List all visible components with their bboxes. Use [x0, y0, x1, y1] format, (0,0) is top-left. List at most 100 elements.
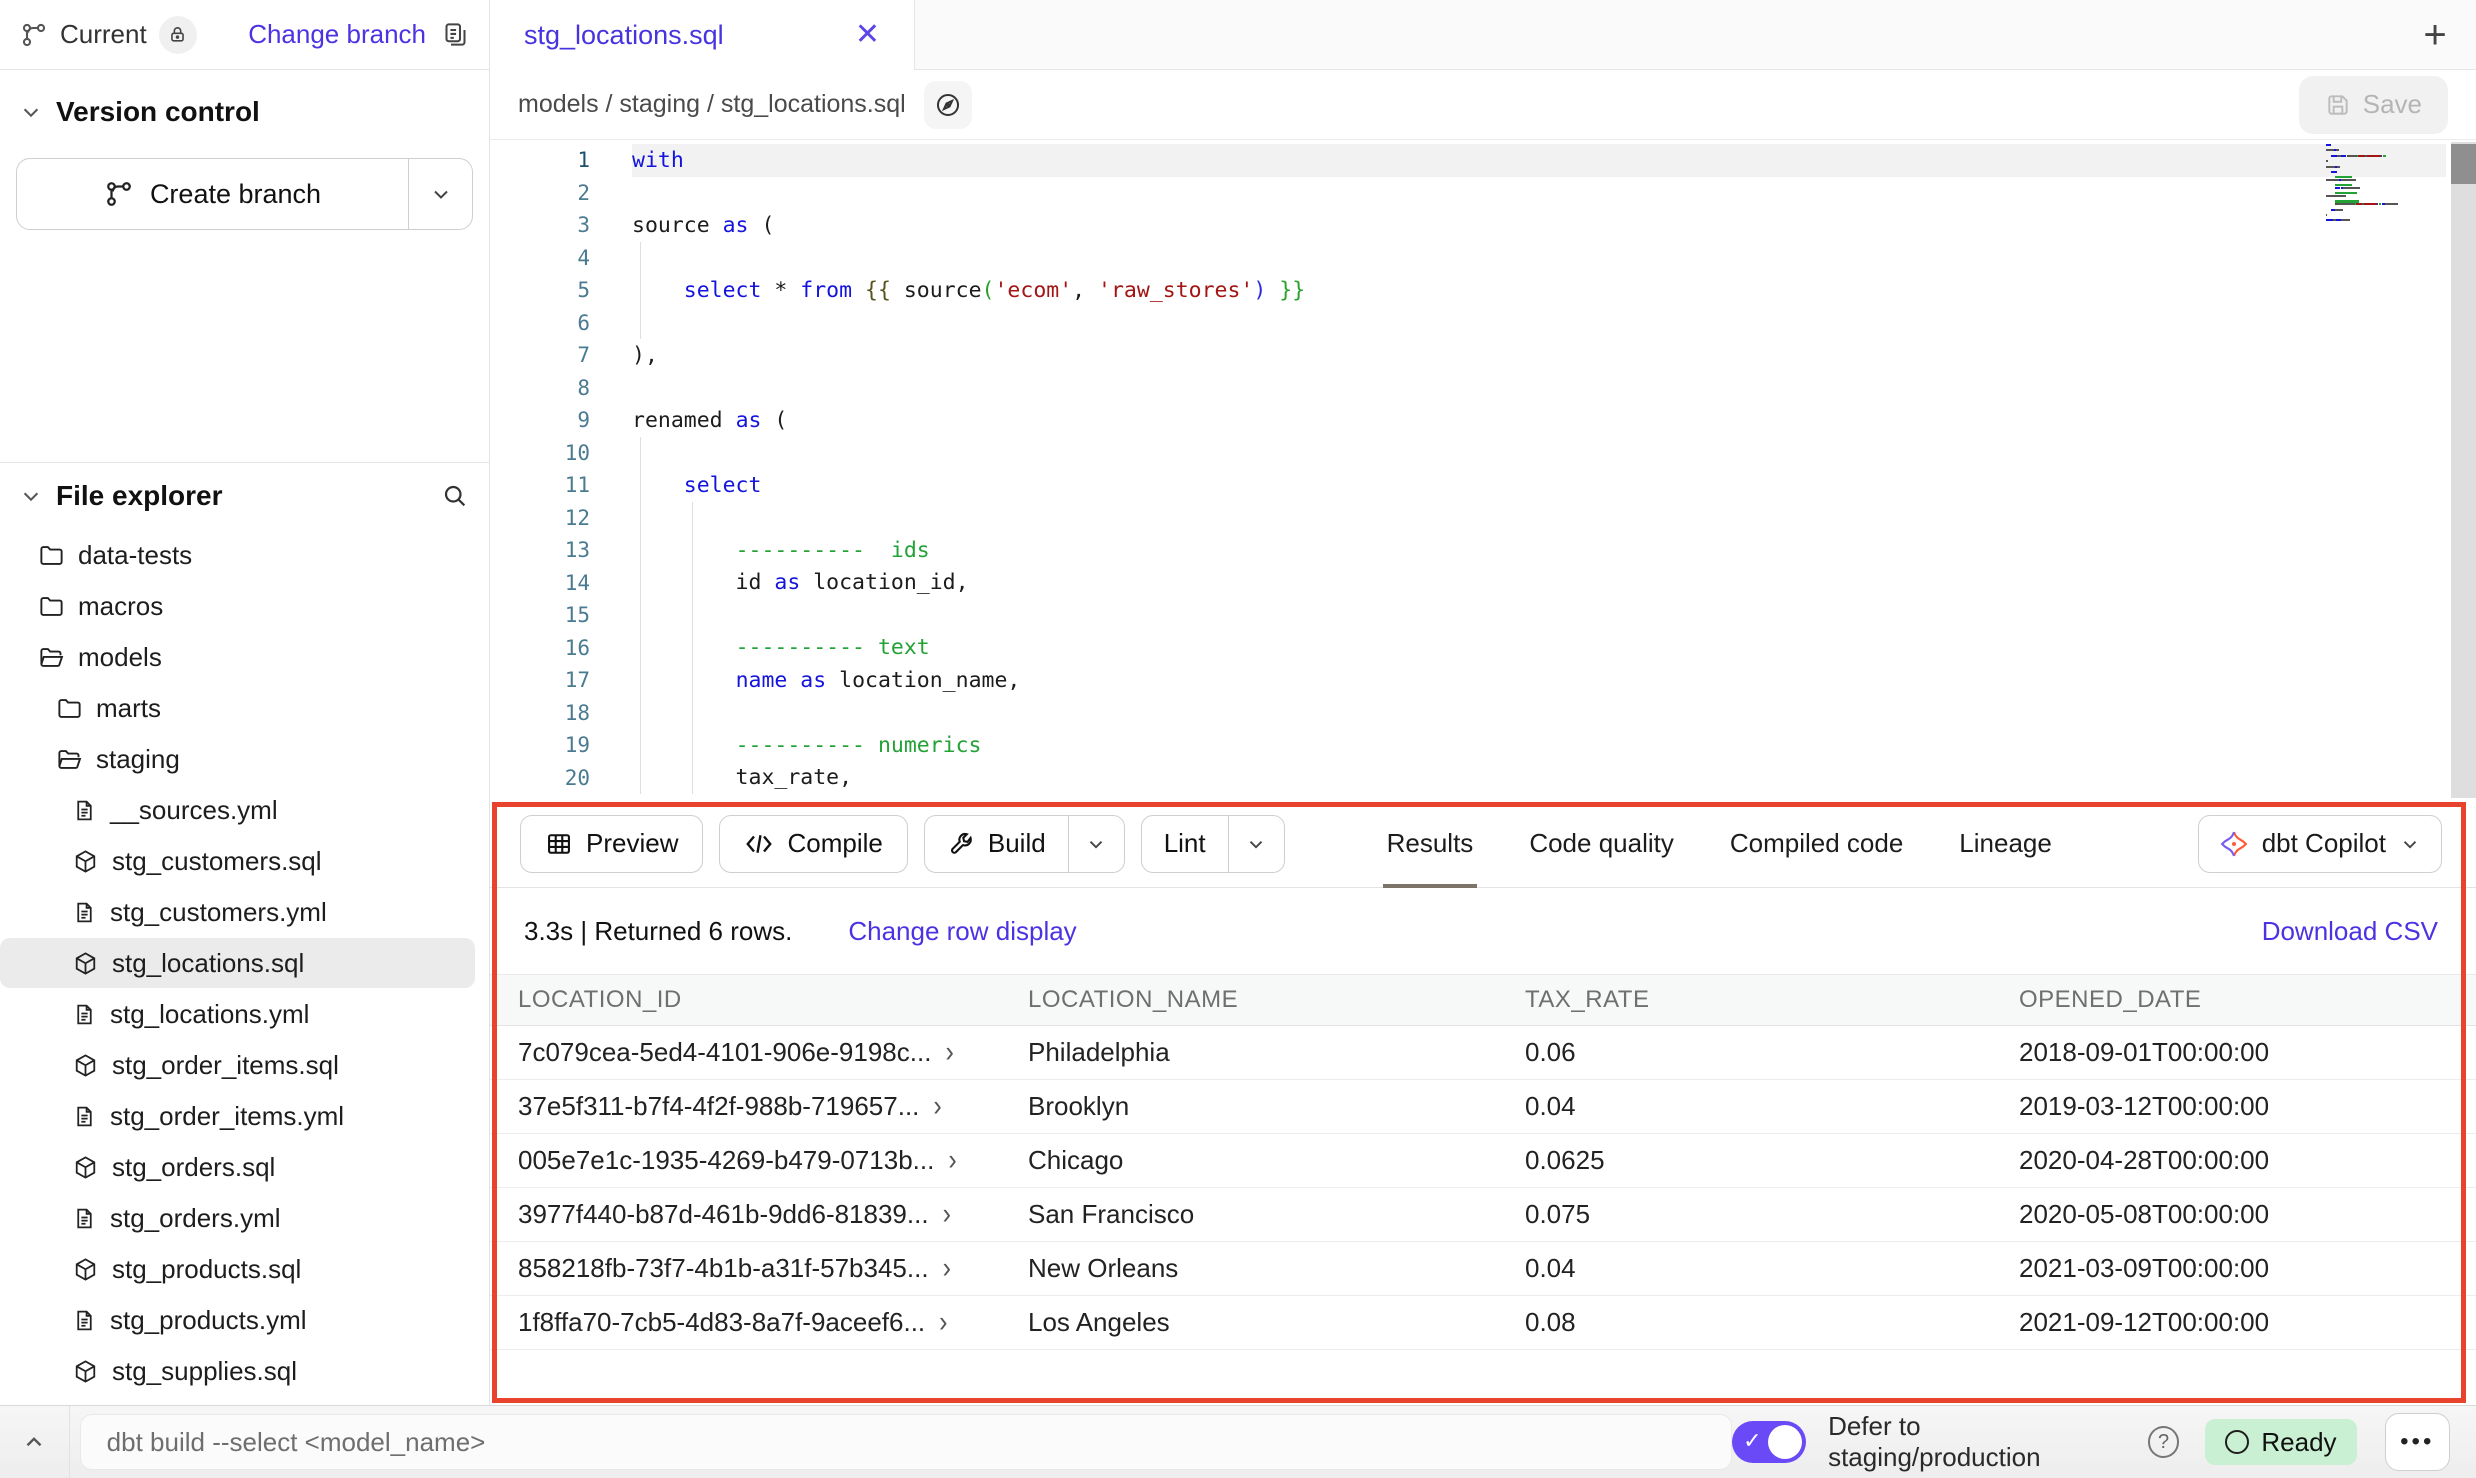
tree-item-stg_products.sql[interactable]: stg_products.sql	[0, 1244, 475, 1294]
search-icon[interactable]	[441, 482, 469, 510]
more-options-button[interactable]: •••	[2385, 1413, 2450, 1471]
close-tab-icon[interactable]: ✕	[855, 20, 880, 50]
expand-row-icon[interactable]: ›	[948, 1145, 956, 1176]
editor-minimap[interactable]	[2326, 144, 2446, 222]
expand-row-icon[interactable]: ›	[945, 1037, 953, 1068]
tree-item-stg_order_items.sql[interactable]: stg_order_items.sql	[0, 1040, 475, 1090]
code-line-14[interactable]: 14 id as location_id,	[490, 567, 2476, 600]
tree-item-stg_orders.sql[interactable]: stg_orders.sql	[0, 1142, 475, 1192]
collapse-panel-button[interactable]	[0, 1406, 70, 1478]
expand-row-icon[interactable]: ›	[933, 1091, 941, 1122]
code-line-3[interactable]: 3source as (	[490, 209, 2476, 242]
table-row: 005e7e1c-1935-4269-b479-0713b...›Chicago…	[490, 1134, 2476, 1188]
code-line-13[interactable]: 13 ---------- ids	[490, 534, 2476, 567]
code-line-12[interactable]: 12	[490, 502, 2476, 535]
cell-tax_rate: 0.08	[1497, 1307, 1991, 1338]
expand-row-icon[interactable]: ›	[939, 1307, 947, 1338]
code-line-2[interactable]: 2	[490, 177, 2476, 210]
line-number: 9	[490, 408, 632, 432]
code-editor[interactable]: 1with23source as ( 4 5 select * from {{ so…	[490, 140, 2476, 800]
code-line-10[interactable]: 10	[490, 437, 2476, 470]
tree-item-stg_locations.sql[interactable]: stg_locations.sql	[0, 938, 475, 988]
code-line-5[interactable]: 5 select * from {{ source('ecom', 'raw_s…	[490, 274, 2476, 307]
cell-location_id: 7c079cea-5ed4-4101-906e-9198c...›	[490, 1037, 1000, 1068]
doc-icon	[72, 1308, 97, 1333]
code-line-9[interactable]: 9renamed as (	[490, 404, 2476, 437]
code-line-19[interactable]: 19 ---------- numerics	[490, 729, 2476, 762]
create-branch-dropdown[interactable]	[408, 159, 472, 229]
new-tab-button[interactable]: +	[2412, 12, 2458, 58]
editor-scrollbar[interactable]	[2451, 142, 2476, 798]
copy-branch-icon[interactable]	[442, 21, 469, 48]
code-line-4[interactable]: 4	[490, 242, 2476, 275]
indent-guide	[692, 599, 693, 632]
tree-item-stg_customers.sql[interactable]: stg_customers.sql	[0, 836, 475, 886]
explore-compass-icon[interactable]	[924, 81, 972, 129]
line-number: 15	[490, 603, 632, 627]
code-line-17[interactable]: 17 name as location_name,	[490, 664, 2476, 697]
preview-label: Preview	[586, 828, 678, 859]
cell-tax_rate: 0.075	[1497, 1199, 1991, 1230]
cell-location_name: Los Angeles	[1000, 1307, 1497, 1338]
results-tab-results[interactable]: Results	[1359, 800, 1502, 888]
lint-main[interactable]: Lint	[1142, 816, 1228, 872]
code-line-1[interactable]: 1with	[490, 144, 2476, 177]
file-name: stg_order_items.yml	[110, 1101, 344, 1132]
save-button[interactable]: Save	[2299, 76, 2448, 134]
line-number: 4	[490, 246, 632, 270]
tree-item-__sources.yml[interactable]: __sources.yml	[0, 785, 475, 835]
code-line-18[interactable]: 18	[490, 697, 2476, 730]
line-number: 8	[490, 376, 632, 400]
tree-item-macros[interactable]: macros	[0, 581, 475, 631]
results-tab-compiled-code[interactable]: Compiled code	[1702, 800, 1931, 888]
lint-dropdown[interactable]	[1228, 816, 1284, 872]
change-row-display-link[interactable]: Change row display	[848, 916, 1076, 947]
file-name: models	[78, 642, 162, 673]
build-dropdown[interactable]	[1068, 816, 1124, 872]
indent-guide	[640, 502, 641, 535]
create-branch-main[interactable]: Create branch	[17, 159, 408, 229]
line-number: 13	[490, 538, 632, 562]
code-line-15[interactable]: 15	[490, 599, 2476, 632]
results-tab-code-quality[interactable]: Code quality	[1501, 800, 1702, 888]
code-line-16[interactable]: 16 ---------- text	[490, 632, 2476, 665]
tree-item-marts[interactable]: marts	[0, 683, 475, 733]
help-icon[interactable]: ?	[2148, 1426, 2180, 1458]
code-line-20[interactable]: 20 tax_rate,	[490, 762, 2476, 795]
defer-label: Defer to staging/production	[1828, 1411, 2138, 1473]
defer-toggle[interactable]: ✓	[1732, 1421, 1806, 1463]
tree-item-stg_order_items.yml[interactable]: stg_order_items.yml	[0, 1091, 475, 1141]
code-line-7[interactable]: 7),	[490, 339, 2476, 372]
build-main[interactable]: Build	[925, 816, 1068, 872]
command-input[interactable]: dbt build --select <model_name>	[80, 1414, 1732, 1470]
tree-item-data-tests[interactable]: data-tests	[0, 530, 475, 580]
preview-button[interactable]: Preview	[520, 815, 703, 873]
command-placeholder: dbt build --select <model_name>	[107, 1427, 486, 1458]
download-csv-link[interactable]: Download CSV	[2262, 916, 2438, 947]
floppy-disk-icon	[2325, 92, 2351, 118]
dbt-copilot-button[interactable]: dbt Copilot	[2198, 815, 2442, 873]
line-number: 20	[490, 766, 632, 790]
change-branch-link[interactable]: Change branch	[248, 19, 426, 50]
tree-item-stg_supplies.sql[interactable]: stg_supplies.sql	[0, 1346, 475, 1396]
code-line-8[interactable]: 8	[490, 372, 2476, 405]
file-explorer-header[interactable]: File explorer	[0, 463, 489, 529]
results-tab-lineage[interactable]: Lineage	[1931, 800, 2080, 888]
code-line-11[interactable]: 11 select	[490, 469, 2476, 502]
cell-opened_date: 2021-03-09T00:00:00	[1991, 1253, 2476, 1284]
tree-item-stg_customers.yml[interactable]: stg_customers.yml	[0, 887, 475, 937]
expand-row-icon[interactable]: ›	[943, 1253, 951, 1284]
code-line-6[interactable]: 6	[490, 307, 2476, 340]
tree-item-staging[interactable]: staging	[0, 734, 475, 784]
tree-item-models[interactable]: models	[0, 632, 475, 682]
tab-stg-locations-sql[interactable]: stg_locations.sql ✕	[490, 0, 915, 70]
line-number: 17	[490, 668, 632, 692]
tree-item-stg_locations.yml[interactable]: stg_locations.yml	[0, 989, 475, 1039]
editor-scrollbar-thumb[interactable]	[2451, 144, 2476, 184]
file-name: stg_orders.yml	[110, 1203, 281, 1234]
tree-item-stg_orders.yml[interactable]: stg_orders.yml	[0, 1193, 475, 1243]
version-control-header[interactable]: Version control	[0, 96, 489, 128]
tree-item-stg_products.yml[interactable]: stg_products.yml	[0, 1295, 475, 1345]
compile-button[interactable]: Compile	[719, 815, 907, 873]
expand-row-icon[interactable]: ›	[943, 1199, 951, 1230]
